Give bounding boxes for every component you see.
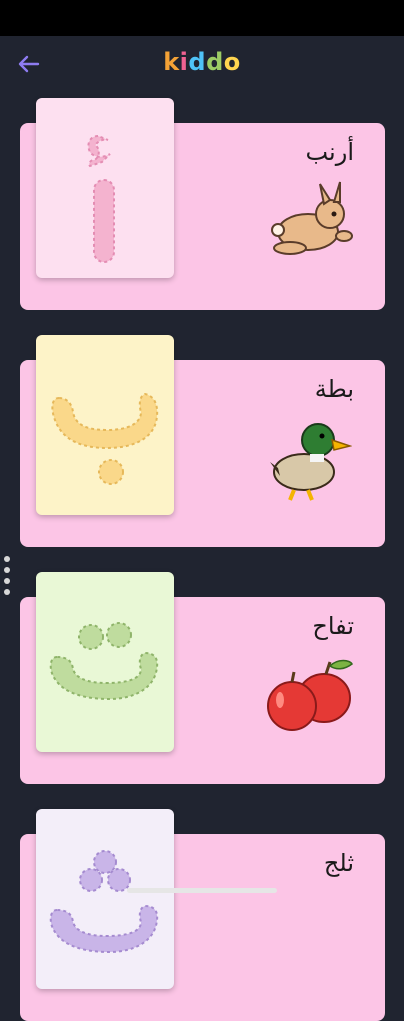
letter-tile-ta[interactable] [36, 572, 174, 752]
word-label: ثلج [323, 849, 354, 877]
word-label: بطة [314, 375, 354, 403]
logo-letter: d [188, 48, 207, 76]
word-label: تفاح [312, 612, 354, 640]
letter-tile-tha[interactable] [36, 809, 174, 989]
apples-icon [267, 659, 353, 731]
status-bar [0, 0, 404, 36]
app-bar: kiddo [0, 36, 404, 92]
letter-ba-glyph [51, 392, 159, 485]
letter-tile-alif[interactable] [36, 98, 174, 278]
kiddo-logo: kiddo [0, 48, 404, 76]
home-indicator[interactable] [127, 888, 277, 893]
letter-tile-ba[interactable] [36, 335, 174, 515]
word-label: أرنب [305, 138, 354, 166]
logo-letter: i [179, 48, 189, 76]
logo-letter: d [206, 48, 224, 76]
logo-letter: k [163, 48, 180, 76]
duck-icon [270, 423, 352, 501]
letter-ta-glyph [49, 622, 159, 701]
side-drag-handle[interactable] [4, 556, 14, 606]
letter-alif-glyph [87, 134, 115, 263]
letter-tha-glyph [49, 850, 159, 954]
rabbit-icon [271, 181, 353, 255]
logo-letter: o [223, 48, 241, 76]
